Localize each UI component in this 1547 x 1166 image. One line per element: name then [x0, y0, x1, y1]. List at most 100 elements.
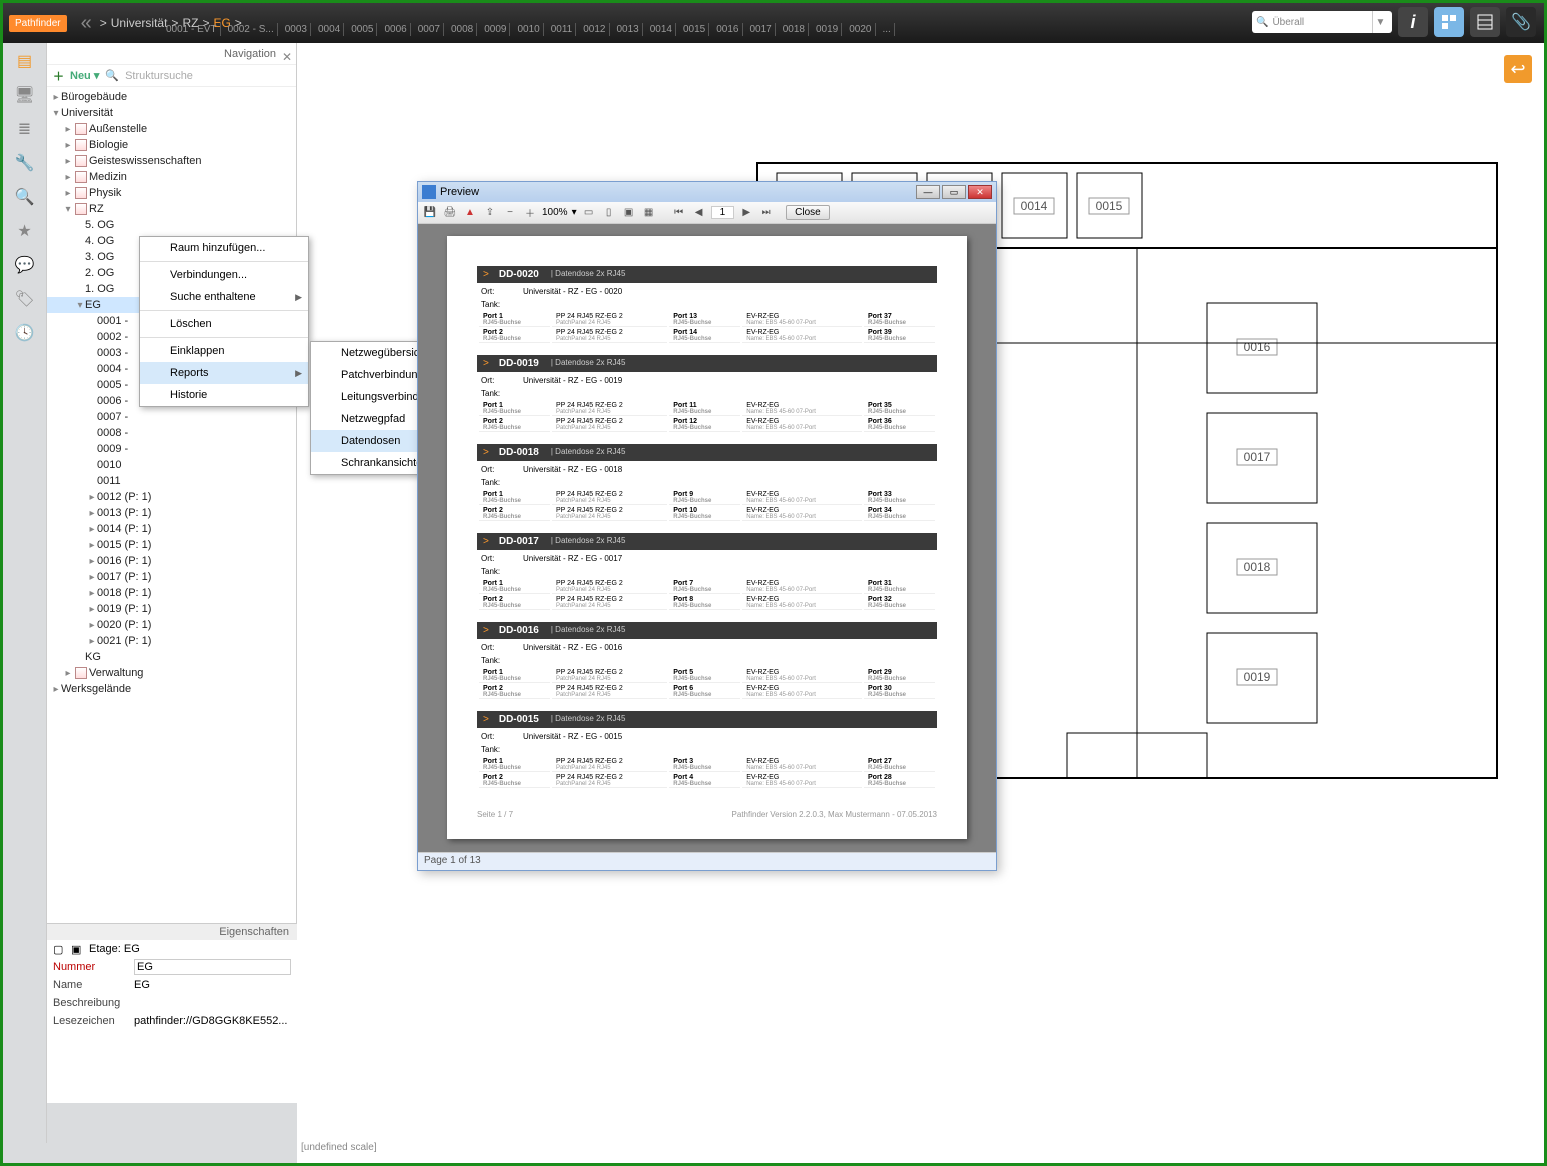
- search-dropdown-icon[interactable]: ▼: [1372, 11, 1388, 33]
- report-header: >DD-0018| Datendose 2x RJ45: [477, 444, 937, 461]
- tree-item[interactable]: ▸0019 (P: 1): [47, 601, 296, 617]
- tab-item[interactable]: 0013: [614, 23, 643, 36]
- tab-item[interactable]: 0001 - EVT: [163, 23, 221, 36]
- tree-item[interactable]: 0008 -: [47, 425, 296, 441]
- tab-item[interactable]: 0004: [315, 23, 344, 36]
- report-header: >DD-0016| Datendose 2x RJ45: [477, 622, 937, 639]
- neu-button[interactable]: Neu ▾: [70, 69, 99, 82]
- tree-item[interactable]: ▸Medizin: [47, 169, 296, 185]
- paperclip-icon[interactable]: 📎: [1506, 7, 1536, 37]
- context-item[interactable]: Reports▶: [140, 362, 308, 384]
- tree-item[interactable]: ▸0017 (P: 1): [47, 569, 296, 585]
- context-item[interactable]: Löschen: [140, 313, 308, 335]
- tab-item[interactable]: 0019: [813, 23, 842, 36]
- tab-item[interactable]: 0017: [747, 23, 776, 36]
- zoomin-icon[interactable]: ＋: [522, 205, 538, 221]
- tree-item[interactable]: ▸Physik: [47, 185, 296, 201]
- info-icon[interactable]: i: [1398, 7, 1428, 37]
- tree-item[interactable]: 0007 -: [47, 409, 296, 425]
- minimize-button[interactable]: —: [916, 185, 940, 199]
- tree-item[interactable]: ▾RZ: [47, 201, 296, 217]
- tree-item[interactable]: ▸Außenstelle: [47, 121, 296, 137]
- tab-item[interactable]: 0020: [846, 23, 875, 36]
- tree-item[interactable]: ▸0021 (P: 1): [47, 633, 296, 649]
- crumb-1[interactable]: Universität: [111, 16, 168, 30]
- onepage-icon[interactable]: ▣: [621, 205, 637, 221]
- tab-item[interactable]: 0015: [680, 23, 709, 36]
- tab-item[interactable]: 0003: [282, 23, 311, 36]
- tree-item[interactable]: 0009 -: [47, 441, 296, 457]
- context-item[interactable]: Verbindungen...: [140, 264, 308, 286]
- tab-item[interactable]: 0012: [580, 23, 609, 36]
- tree-item[interactable]: ▸Werksgelände: [47, 681, 296, 697]
- tag-icon[interactable]: 🏷: [13, 287, 37, 311]
- add-icon[interactable]: ＋: [53, 68, 64, 84]
- tree-item[interactable]: 5. OG: [47, 217, 296, 233]
- maximize-button[interactable]: ▭: [942, 185, 966, 199]
- fitwidth-icon[interactable]: ▭: [581, 205, 597, 221]
- tree-item[interactable]: ▸Geisteswissenschaften: [47, 153, 296, 169]
- context-item[interactable]: Suche enthaltene▶: [140, 286, 308, 308]
- tree-item[interactable]: 0010: [47, 457, 296, 473]
- tree-item[interactable]: ▸Verwaltung: [47, 665, 296, 681]
- close-icon[interactable]: ✕: [282, 46, 292, 68]
- tab-item[interactable]: 0014: [647, 23, 676, 36]
- tree-item[interactable]: ▸0020 (P: 1): [47, 617, 296, 633]
- tab-item[interactable]: 0010: [514, 23, 543, 36]
- nav-search-input[interactable]: Struktursuche: [125, 70, 193, 82]
- page-index[interactable]: 1: [711, 206, 735, 219]
- fitpage-icon[interactable]: ▯: [601, 205, 617, 221]
- context-item[interactable]: Einklappen: [140, 340, 308, 362]
- star-icon[interactable]: ★: [13, 219, 37, 243]
- back-button[interactable]: ↩: [1504, 55, 1532, 83]
- print-icon[interactable]: 🖨: [442, 205, 458, 221]
- search-icon[interactable]: 🔍: [13, 185, 37, 209]
- pdf-icon[interactable]: ▲: [462, 205, 478, 221]
- search-input[interactable]: 🔍Überall ▼: [1252, 11, 1392, 33]
- tree-item[interactable]: 0011: [47, 473, 296, 489]
- chat-icon[interactable]: 💬: [13, 253, 37, 277]
- layers-icon[interactable]: ▤: [13, 49, 37, 73]
- zoomout-icon[interactable]: −: [502, 205, 518, 221]
- panels-icon[interactable]: [1434, 7, 1464, 37]
- prev-page-icon[interactable]: ◀: [691, 205, 707, 221]
- tree-item[interactable]: ▸Biologie: [47, 137, 296, 153]
- next-page-icon[interactable]: ▶: [738, 205, 754, 221]
- grid-icon[interactable]: [1470, 7, 1500, 37]
- context-item[interactable]: Raum hinzufügen...: [140, 237, 308, 259]
- wrench-icon[interactable]: 🔧: [13, 151, 37, 175]
- export-icon[interactable]: ⇪: [482, 205, 498, 221]
- preview-titlebar[interactable]: Preview — ▭ ✕: [418, 182, 996, 202]
- preview-body[interactable]: >DD-0020| Datendose 2x RJ45Ort:Universit…: [418, 224, 996, 852]
- close-button[interactable]: ✕: [968, 185, 992, 199]
- preview-close-button[interactable]: Close: [786, 205, 830, 220]
- stack-icon[interactable]: ≣: [13, 117, 37, 141]
- tab-item[interactable]: 0011: [548, 23, 577, 36]
- tab-item[interactable]: 0005: [348, 23, 377, 36]
- tab-item[interactable]: ...: [880, 23, 895, 36]
- tree-item[interactable]: ▸0013 (P: 1): [47, 505, 296, 521]
- tree-item[interactable]: ▸Bürogebäude: [47, 89, 296, 105]
- back-chevron-icon[interactable]: «: [81, 12, 92, 35]
- last-page-icon[interactable]: ⏭: [758, 205, 774, 221]
- tab-item[interactable]: 0018: [780, 23, 809, 36]
- tree-item[interactable]: ▾Universität: [47, 105, 296, 121]
- tree-item[interactable]: ▸0012 (P: 1): [47, 489, 296, 505]
- tree-item[interactable]: ▸0018 (P: 1): [47, 585, 296, 601]
- tab-item[interactable]: 0006: [381, 23, 410, 36]
- context-item[interactable]: Historie: [140, 384, 308, 406]
- tree-item[interactable]: ▸0014 (P: 1): [47, 521, 296, 537]
- tab-item[interactable]: 0009: [481, 23, 510, 36]
- monitor-icon[interactable]: 🖥: [13, 83, 37, 107]
- tab-item[interactable]: 0002 - S...: [225, 23, 278, 36]
- tab-item[interactable]: 0016: [713, 23, 742, 36]
- clock-icon[interactable]: 🕓: [13, 321, 37, 345]
- first-page-icon[interactable]: ⏮: [671, 205, 687, 221]
- tab-item[interactable]: 0008: [448, 23, 477, 36]
- tab-item[interactable]: 0007: [415, 23, 444, 36]
- tree-item[interactable]: KG: [47, 649, 296, 665]
- twopage-icon[interactable]: ▦: [641, 205, 657, 221]
- tree-item[interactable]: ▸0016 (P: 1): [47, 553, 296, 569]
- save-icon[interactable]: 💾: [422, 205, 438, 221]
- tree-item[interactable]: ▸0015 (P: 1): [47, 537, 296, 553]
